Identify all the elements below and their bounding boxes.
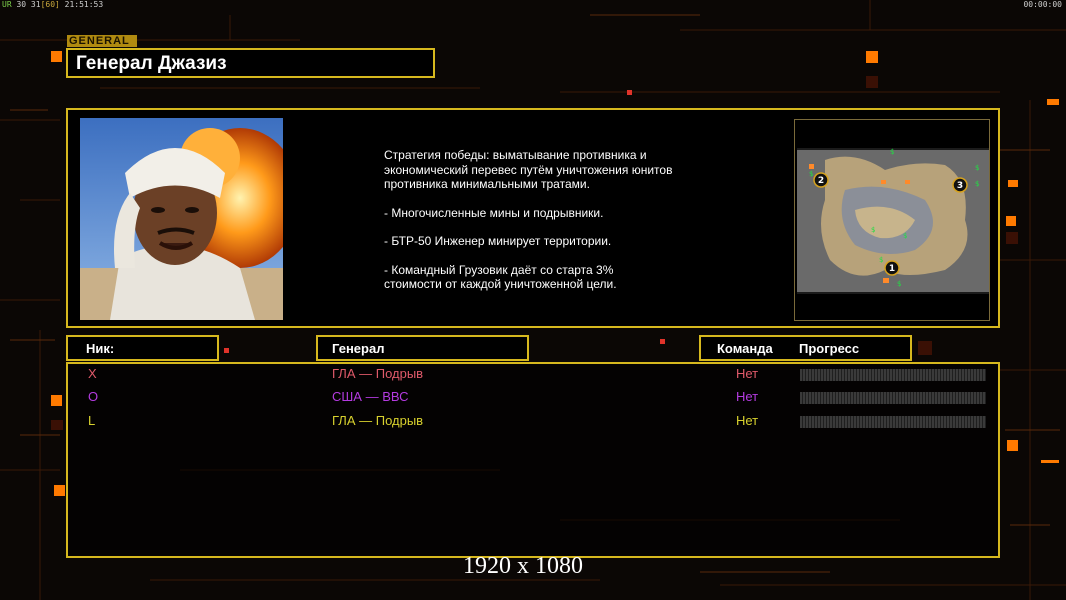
player-team: Нет: [736, 389, 759, 404]
status-cap: [60]: [40, 0, 60, 9]
player-general: ГЛА — Подрыв: [332, 366, 424, 381]
minimap: $ $ $ $ $ $ $ $ 2 3 1: [794, 119, 990, 321]
description-paragraph: - Многочисленные мины и подрывники.: [384, 205, 604, 220]
resolution-label: 1920 x 1080: [463, 553, 583, 579]
player-nick: L: [88, 413, 96, 428]
svg-text:$: $: [890, 148, 894, 156]
start-position-label: 1: [889, 264, 895, 274]
player-nick: X: [88, 366, 97, 381]
team-progress-header: Команда Прогресс: [699, 335, 912, 361]
player-general: ГЛА — Подрыв: [332, 413, 424, 428]
svg-text:$: $: [975, 164, 979, 172]
svg-text:$: $: [879, 256, 883, 264]
player-team: Нет: [736, 413, 759, 428]
svg-text:$: $: [975, 180, 979, 188]
status-clock: 21:51:53: [64, 0, 104, 9]
player-general: США — ВВС: [332, 389, 409, 404]
general-tag: GENERAL: [67, 35, 137, 47]
players-panel: X ГЛА — Подрыв Нет O США — ВВС Нет L ГЛА…: [66, 362, 1000, 558]
game-timer: 00:00:00: [1023, 0, 1062, 9]
general-header: Генерал: [316, 335, 529, 361]
start-position-label: 3: [957, 181, 963, 191]
status-prefix: UR: [2, 0, 12, 9]
strategy-description: Стратегия победы: выматывание противника…: [384, 148, 744, 306]
general-portrait: [80, 118, 283, 320]
start-position-label: 2: [818, 176, 824, 186]
status-fps: 30 31: [16, 0, 41, 9]
svg-text:$: $: [897, 280, 901, 288]
description-paragraph: - БТР-50 Инженер минирует территории.: [384, 234, 612, 248]
player-row: X ГЛА — Подрыв Нет: [68, 366, 1002, 386]
player-progress-bar: [800, 416, 986, 428]
svg-text:$: $: [903, 232, 907, 240]
team-header-label: Команда: [717, 341, 773, 356]
title-box: Генерал Джазиз: [66, 48, 435, 78]
player-row: O США — ВВС Нет: [68, 389, 1002, 409]
player-team: Нет: [736, 366, 759, 381]
svg-text:$: $: [871, 226, 875, 234]
nick-header: Ник:: [66, 335, 219, 361]
player-row: L ГЛА — Подрыв Нет: [68, 413, 1002, 433]
minimap-terrain: $ $ $ $ $ $ $ $ 2 3 1: [795, 120, 989, 320]
general-header-label: Генерал: [332, 341, 385, 356]
player-progress-bar: [800, 392, 986, 404]
description-paragraph: Стратегия победы: выматывание противника…: [384, 148, 673, 191]
progress-header-label: Прогресс: [799, 341, 860, 356]
nick-header-label: Ник:: [86, 341, 115, 356]
fps-counter: UR 30 31[60] 21:51:53: [2, 0, 103, 9]
page-title: Генерал Джазиз: [76, 53, 227, 74]
player-nick: O: [88, 389, 99, 404]
player-progress-bar: [800, 369, 986, 381]
description-paragraph: - Командный Грузовик даёт со старта 3% с…: [384, 262, 617, 292]
svg-text:$: $: [809, 170, 813, 178]
